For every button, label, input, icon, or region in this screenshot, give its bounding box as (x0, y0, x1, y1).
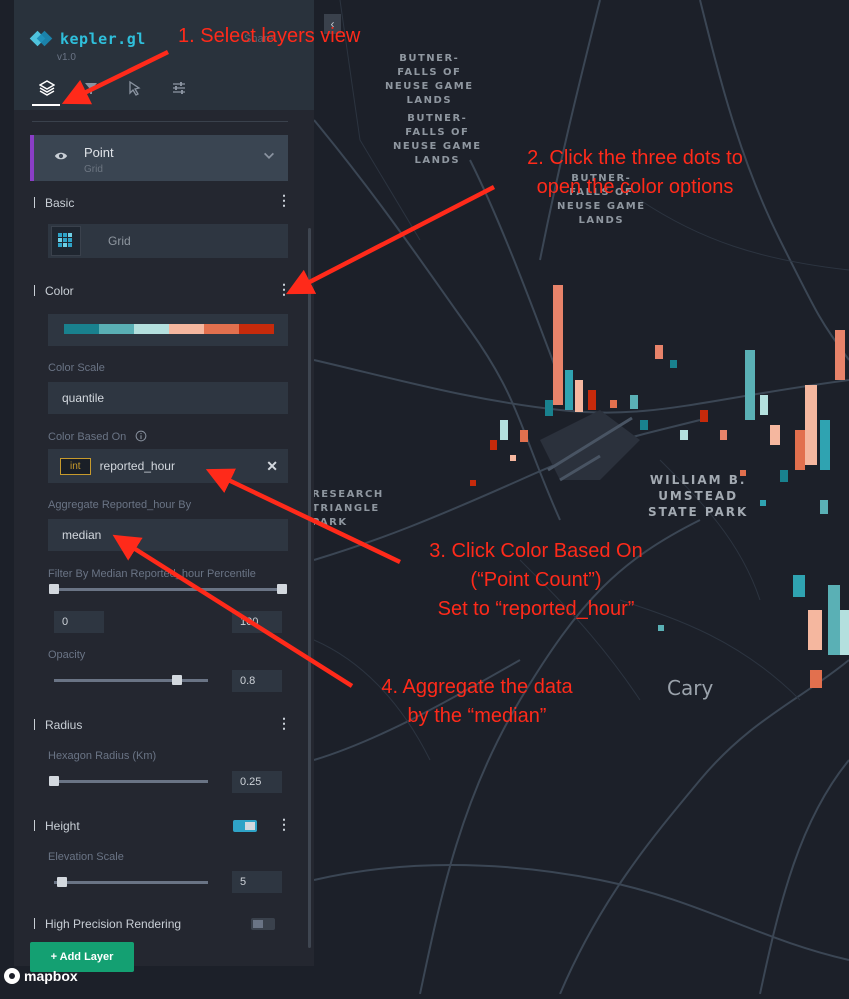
opacity-input[interactable]: 0.8 (232, 670, 282, 692)
elevation-scale-label: Elevation Scale (48, 851, 124, 863)
map-label-umstead: WILLIAM B. UMSTEAD STATE PARK (648, 473, 749, 519)
layers-icon (39, 80, 55, 96)
kepler-logo-icon (29, 30, 53, 47)
more-options-basic-icon[interactable]: ⋮ (277, 193, 291, 207)
percentile-max-handle[interactable] (277, 584, 287, 594)
vis-type-selector[interactable]: Grid (48, 224, 288, 258)
elevation-slider-track[interactable] (54, 881, 208, 884)
map-label-butner-2: BUTNER- FALLS OF NEUSE GAME LANDS (393, 113, 482, 166)
palette-swatch (239, 324, 274, 334)
aggregate-label: Aggregate Reported_hour By (48, 499, 192, 511)
aggregate-select[interactable]: median (48, 519, 288, 551)
opacity-slider-track[interactable] (54, 679, 208, 682)
chevron-down-icon[interactable] (262, 149, 276, 163)
more-options-radius-icon[interactable]: ⋮ (277, 716, 291, 730)
mapbox-logo: mapbox (4, 968, 78, 984)
color-palette-swatches (64, 324, 274, 334)
more-options-height-icon[interactable]: ⋮ (277, 817, 291, 831)
elevation-input[interactable]: 5 (232, 871, 282, 893)
color-based-on-value: reported_hour (99, 459, 175, 473)
sliders-icon (173, 82, 185, 94)
percentile-max-input[interactable]: 100 (232, 611, 282, 633)
map-label-research-triangle: RESEARCH TRIANGLE PARK (312, 489, 384, 528)
panel-header: kepler.gl v1.0 Share (14, 0, 314, 110)
opacity-slider-handle[interactable] (172, 675, 183, 685)
palette-swatch (99, 324, 134, 334)
palette-swatch (134, 324, 169, 334)
tab-map-settings[interactable] (164, 80, 194, 106)
vis-type-label: Grid (108, 234, 131, 248)
app-title: kepler.gl (60, 30, 146, 48)
annotation-step-3: 3. Click Color Based On (“Point Count”) … (429, 540, 643, 620)
tab-layers[interactable] (32, 80, 62, 106)
layer-type: Grid (84, 164, 103, 175)
palette-swatch (64, 324, 99, 334)
radius-slider-track[interactable] (54, 780, 208, 783)
field-type-badge: int (60, 458, 91, 475)
divider (32, 121, 288, 122)
high-precision-toggle[interactable] (251, 918, 275, 930)
eye-icon[interactable] (54, 149, 68, 163)
section-basic: Basic (34, 196, 74, 210)
radius-input[interactable]: 0.25 (232, 771, 282, 793)
layer-card[interactable]: Point Grid (30, 135, 288, 181)
tab-interactions[interactable] (120, 80, 150, 106)
map-label-butner-1: BUTNER- FALLS OF NEUSE GAME LANDS (385, 53, 474, 106)
filter-icon (85, 83, 97, 94)
section-high-precision-title: High Precision Rendering (45, 917, 182, 931)
section-color: Color (34, 284, 74, 298)
opacity-label: Opacity (48, 649, 86, 661)
percentile-min-handle[interactable] (49, 584, 59, 594)
radius-slider-handle[interactable] (49, 776, 59, 786)
tab-filters[interactable] (76, 80, 106, 106)
palette-swatch (204, 324, 239, 334)
percentile-filter-label: Filter By Median Reported_hour Percentil… (48, 568, 256, 580)
section-high-precision: High Precision Rendering (34, 917, 181, 931)
more-options-color-icon[interactable]: ⋮ (277, 282, 291, 296)
annotation-step-1: 1. Select layers view (178, 25, 361, 47)
section-color-title: Color (45, 284, 74, 298)
section-height-title: Height (45, 819, 80, 833)
color-scale-value: quantile (62, 391, 105, 405)
color-based-on-select[interactable]: int reported_hour ✕ (48, 449, 288, 483)
layer-name[interactable]: Point (84, 145, 114, 160)
aggregate-value: median (62, 528, 102, 542)
clear-field-icon[interactable]: ✕ (266, 449, 278, 483)
percentile-min-input[interactable]: 0 (54, 611, 104, 633)
section-radius: Radius (34, 718, 82, 732)
color-scale-select[interactable]: quantile (48, 382, 288, 414)
mapbox-icon (4, 968, 20, 984)
height-toggle[interactable] (233, 820, 257, 832)
annotation-step-4: 4. Aggregate the data by the “median” (381, 676, 573, 727)
app-version: v1.0 (57, 52, 76, 63)
percentile-range-track[interactable] (54, 588, 282, 591)
section-radius-title: Radius (45, 718, 83, 732)
section-basic-title: Basic (45, 196, 75, 210)
color-palette-selector[interactable] (48, 314, 288, 346)
annotation-step-2: 2. Click the three dots to open the colo… (527, 147, 743, 198)
panel-tabs (32, 80, 208, 106)
section-height: Height (34, 819, 80, 833)
cursor-icon (129, 80, 141, 96)
panel-scrollbar[interactable] (308, 228, 311, 948)
side-panel: kepler.gl v1.0 Share Point Grid Basic ⋮ … (14, 0, 314, 972)
color-based-on-label: Color Based On (48, 430, 147, 443)
kepler-logo: kepler.gl (29, 30, 146, 48)
elevation-slider-handle[interactable] (57, 877, 67, 887)
color-scale-label: Color Scale (48, 362, 105, 374)
grid-vis-icon (51, 226, 81, 256)
info-icon[interactable] (135, 430, 147, 442)
radius-label: Hexagon Radius (Km) (48, 750, 157, 762)
map-city-cary: Cary (667, 676, 714, 700)
palette-swatch (169, 324, 204, 334)
